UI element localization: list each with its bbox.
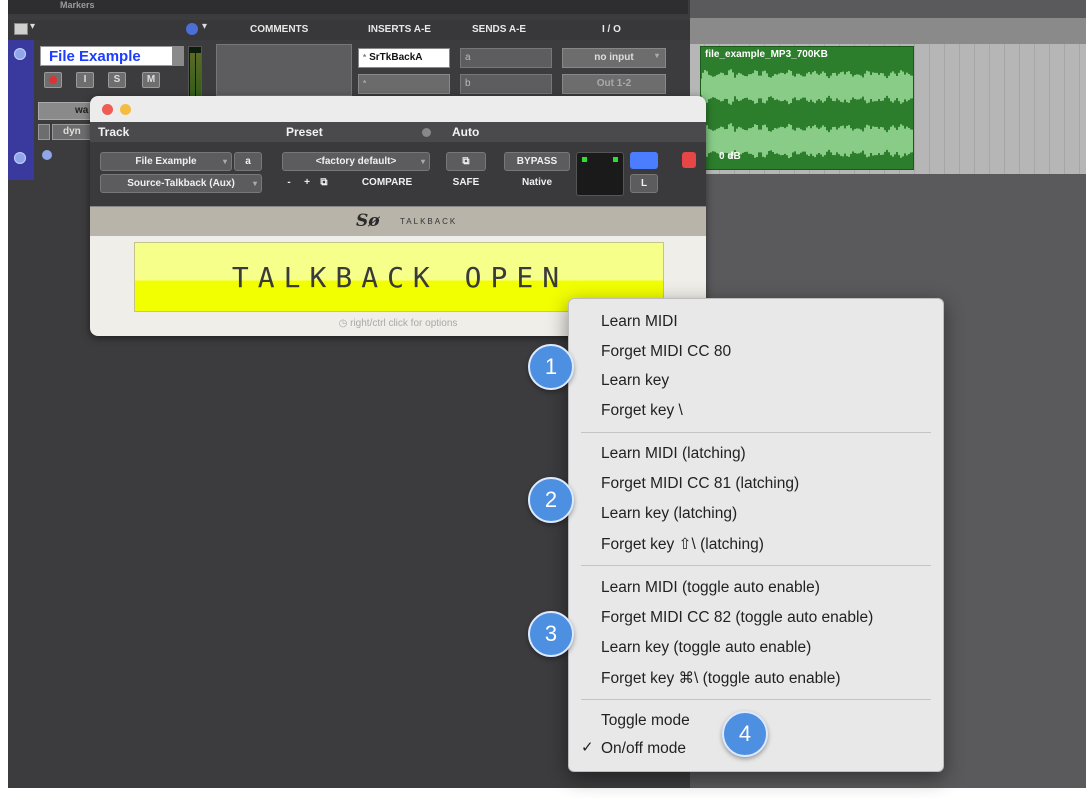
automation-icon[interactable]: ⧉ xyxy=(446,152,486,171)
callout-badge-1: 1 xyxy=(528,344,574,390)
compare-button[interactable]: COMPARE xyxy=(344,174,430,193)
io-header: I / O xyxy=(602,24,621,35)
menu-item-forget-midi-cc-81-latching[interactable]: Forget MIDI CC 81 (latching) xyxy=(601,475,799,493)
waveform-view-selector[interactable]: wa xyxy=(38,102,98,120)
menu-item-learn-midi-toggle-auto[interactable]: Learn MIDI (toggle auto enable) xyxy=(601,579,820,597)
track-link-icon[interactable] xyxy=(14,152,26,164)
menu-item-forget-midi-cc-82-toggle-auto[interactable]: Forget MIDI CC 82 (toggle auto enable) xyxy=(601,609,873,627)
talkback-status: TALKBACK OPEN xyxy=(231,261,569,294)
record-icon xyxy=(49,76,57,84)
menu-item-learn-key[interactable]: Learn key xyxy=(601,372,669,390)
record-button[interactable] xyxy=(44,72,62,88)
context-menu: Learn MIDI Forget MIDI CC 80 Learn key F… xyxy=(568,298,944,772)
chevron-down-icon: ▾ xyxy=(654,51,659,60)
audio-clip[interactable]: file_example_MP3_700KB 0 dB xyxy=(700,46,914,170)
preset-header: Preset xyxy=(286,125,323,139)
insert-a-label: SrTkBackA xyxy=(369,52,423,63)
clip-name: file_example_MP3_700KB xyxy=(705,49,828,60)
solo-button[interactable]: S xyxy=(108,72,126,88)
plugin-brand-bar: Sø TALKBACK xyxy=(90,206,706,236)
plugin-header-row: Track Preset Auto xyxy=(90,122,706,142)
channel-selector[interactable]: L xyxy=(630,174,658,193)
track-header: Track xyxy=(98,125,130,139)
sends-header: SENDS A-E xyxy=(472,24,527,35)
send-slot-a[interactable]: a xyxy=(460,48,552,68)
checkmark-icon: ✓ xyxy=(581,739,594,756)
menu-item-forget-key[interactable]: Forget key \ xyxy=(601,402,683,420)
bypass-button[interactable]: BYPASS xyxy=(504,152,570,171)
menu-separator xyxy=(581,699,931,700)
mix-header-row: ▾ ▾ COMMENTS INSERTS A-E SENDS A-E I / O xyxy=(8,20,690,40)
target-icon[interactable] xyxy=(682,152,696,168)
menu-item-learn-key-latching[interactable]: Learn key (latching) xyxy=(601,505,737,523)
input-monitor-button[interactable]: I xyxy=(76,72,94,88)
insert-slot-a[interactable]: * SrTkBackA xyxy=(358,48,450,68)
mute-button[interactable]: M xyxy=(142,72,160,88)
menu-item-learn-midi[interactable]: Learn MIDI xyxy=(601,313,678,331)
output-selector[interactable]: Out 1-2 xyxy=(562,74,666,94)
clip-gain: 0 dB xyxy=(719,151,741,162)
track-channel-dropdown[interactable]: a xyxy=(234,152,262,171)
menu-item-forget-key-toggle-auto[interactable]: Forget key ⌘\ (toggle auto enable) xyxy=(601,669,841,688)
track-name: File Example xyxy=(49,48,141,65)
output-selector-value: Out 1-2 xyxy=(596,78,632,89)
chevron-down-icon[interactable]: ▾ xyxy=(202,21,207,32)
track-select-icon[interactable] xyxy=(14,48,26,60)
preset-next-button[interactable]: + xyxy=(300,174,314,193)
menu-item-learn-midi-latching[interactable]: Learn MIDI (latching) xyxy=(601,445,746,463)
playlist-icon[interactable] xyxy=(38,124,50,140)
native-label: Native xyxy=(521,177,552,188)
track-name-dropdown-icon[interactable] xyxy=(172,46,184,66)
menu-item-forget-key-latching[interactable]: Forget key ⇧\ (latching) xyxy=(601,535,764,554)
plugin-titlebar[interactable] xyxy=(90,96,706,122)
view-selector-icon[interactable] xyxy=(14,23,28,35)
brand-logo: Sø xyxy=(356,211,380,231)
preset-select-dropdown[interactable]: <factory default> ▾ xyxy=(282,152,430,171)
brand-name: TALKBACK xyxy=(400,217,458,226)
chevron-down-icon: ▾ xyxy=(222,157,227,166)
track-extra-controls: wa dyn xyxy=(38,100,98,160)
menu-item-on-off-mode[interactable]: On/off mode xyxy=(601,740,686,758)
callout-badge-4: 4 xyxy=(722,711,768,757)
track-level-meter xyxy=(188,46,202,102)
close-icon[interactable] xyxy=(102,104,113,115)
menu-separator xyxy=(581,565,931,566)
input-selector[interactable]: no input ▾ xyxy=(562,48,666,68)
track-color-strip xyxy=(8,40,34,180)
comments-field[interactable] xyxy=(216,44,352,96)
source-select-dropdown[interactable]: Source-Talkback (Aux) ▾ xyxy=(100,174,262,193)
preset-copy-icon[interactable]: ⧉ xyxy=(316,174,332,193)
menu-item-learn-key-toggle-auto[interactable]: Learn key (toggle auto enable) xyxy=(601,639,811,657)
chevron-down-icon[interactable]: ▾ xyxy=(30,21,35,32)
markers-label: Markers xyxy=(60,0,95,10)
mouse-icon: ◷ xyxy=(338,318,351,329)
timeline-ruler[interactable] xyxy=(690,18,1086,44)
callout-badge-3: 3 xyxy=(528,611,574,657)
track-select-dropdown[interactable]: File Example ▾ xyxy=(100,152,232,171)
track-name-field[interactable]: File Example xyxy=(40,46,174,66)
preset-previous-button[interactable]: - xyxy=(282,174,296,193)
elastic-audio-icon[interactable] xyxy=(42,150,52,160)
preset-menu-icon[interactable] xyxy=(422,128,431,137)
safe-button[interactable]: SAFE xyxy=(446,174,486,193)
comments-header: COMMENTS xyxy=(250,24,309,35)
menu-separator xyxy=(581,432,931,433)
menu-item-toggle-mode[interactable]: Toggle mode xyxy=(601,712,690,730)
send-slot-b[interactable]: b xyxy=(460,74,552,94)
timebase-icon[interactable] xyxy=(186,23,198,35)
menu-item-forget-midi-cc-80[interactable]: Forget MIDI CC 80 xyxy=(601,343,731,361)
chevron-down-icon: ▾ xyxy=(420,157,425,166)
markers-ruler: Markers xyxy=(8,0,688,14)
waveform-path xyxy=(701,69,913,159)
inserts-header: INSERTS A-E xyxy=(368,24,431,35)
input-selector-value: no input xyxy=(594,52,634,63)
auto-header: Auto xyxy=(452,125,480,139)
chevron-down-icon: ▾ xyxy=(252,179,257,188)
plugin-io-meter xyxy=(576,152,624,196)
insert-slot-b[interactable]: * xyxy=(358,74,450,94)
minimize-icon[interactable] xyxy=(120,104,131,115)
callout-badge-2: 2 xyxy=(528,477,574,523)
link-icon[interactable] xyxy=(630,152,658,169)
